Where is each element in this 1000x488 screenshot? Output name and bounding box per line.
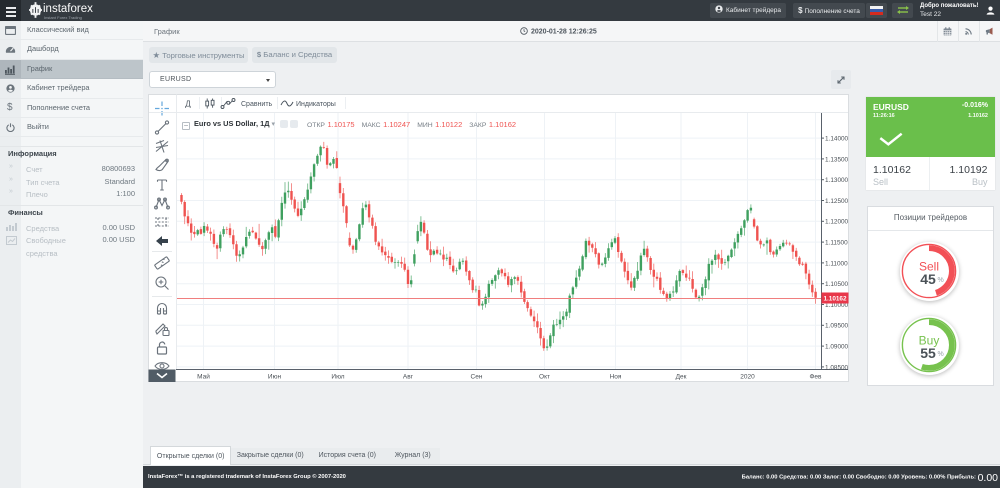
svg-text:55: 55 (920, 345, 936, 361)
svg-text:2020: 2020 (740, 374, 755, 381)
svg-text:%: % (938, 351, 944, 358)
svg-text:1.10500: 1.10500 (825, 281, 849, 288)
svg-text:1.11000: 1.11000 (825, 260, 848, 267)
svg-text:1.12500: 1.12500 (825, 198, 849, 205)
svg-text:1.13000: 1.13000 (825, 177, 849, 184)
svg-text:Фев: Фев (809, 374, 822, 381)
svg-text:1.09500: 1.09500 (825, 323, 849, 330)
svg-text:1.10162: 1.10162 (823, 296, 847, 303)
svg-text:Май: Май (197, 373, 210, 381)
svg-text:45: 45 (920, 271, 936, 287)
svg-text:Дек: Дек (676, 374, 687, 381)
svg-text:1.12000: 1.12000 (825, 219, 849, 226)
svg-text:1.14000: 1.14000 (825, 136, 849, 143)
svg-text:Июл: Июл (331, 374, 344, 381)
svg-text:%: % (938, 277, 944, 284)
svg-text:Сен: Сен (471, 374, 483, 381)
svg-text:Сравнить: Сравнить (241, 101, 273, 108)
svg-text:Июн: Июн (268, 374, 282, 381)
svg-text:1.11500: 1.11500 (825, 240, 848, 247)
svg-text:1.08500: 1.08500 (825, 364, 849, 371)
svg-text:Окт: Окт (539, 374, 550, 381)
svg-text:Авг: Авг (403, 374, 414, 381)
svg-text:Ноя: Ноя (610, 374, 622, 381)
svg-text:Индикаторы: Индикаторы (296, 101, 336, 108)
svg-text:Д: Д (185, 100, 191, 109)
svg-text:1.09000: 1.09000 (825, 344, 849, 351)
svg-text:1.13500: 1.13500 (825, 156, 849, 163)
